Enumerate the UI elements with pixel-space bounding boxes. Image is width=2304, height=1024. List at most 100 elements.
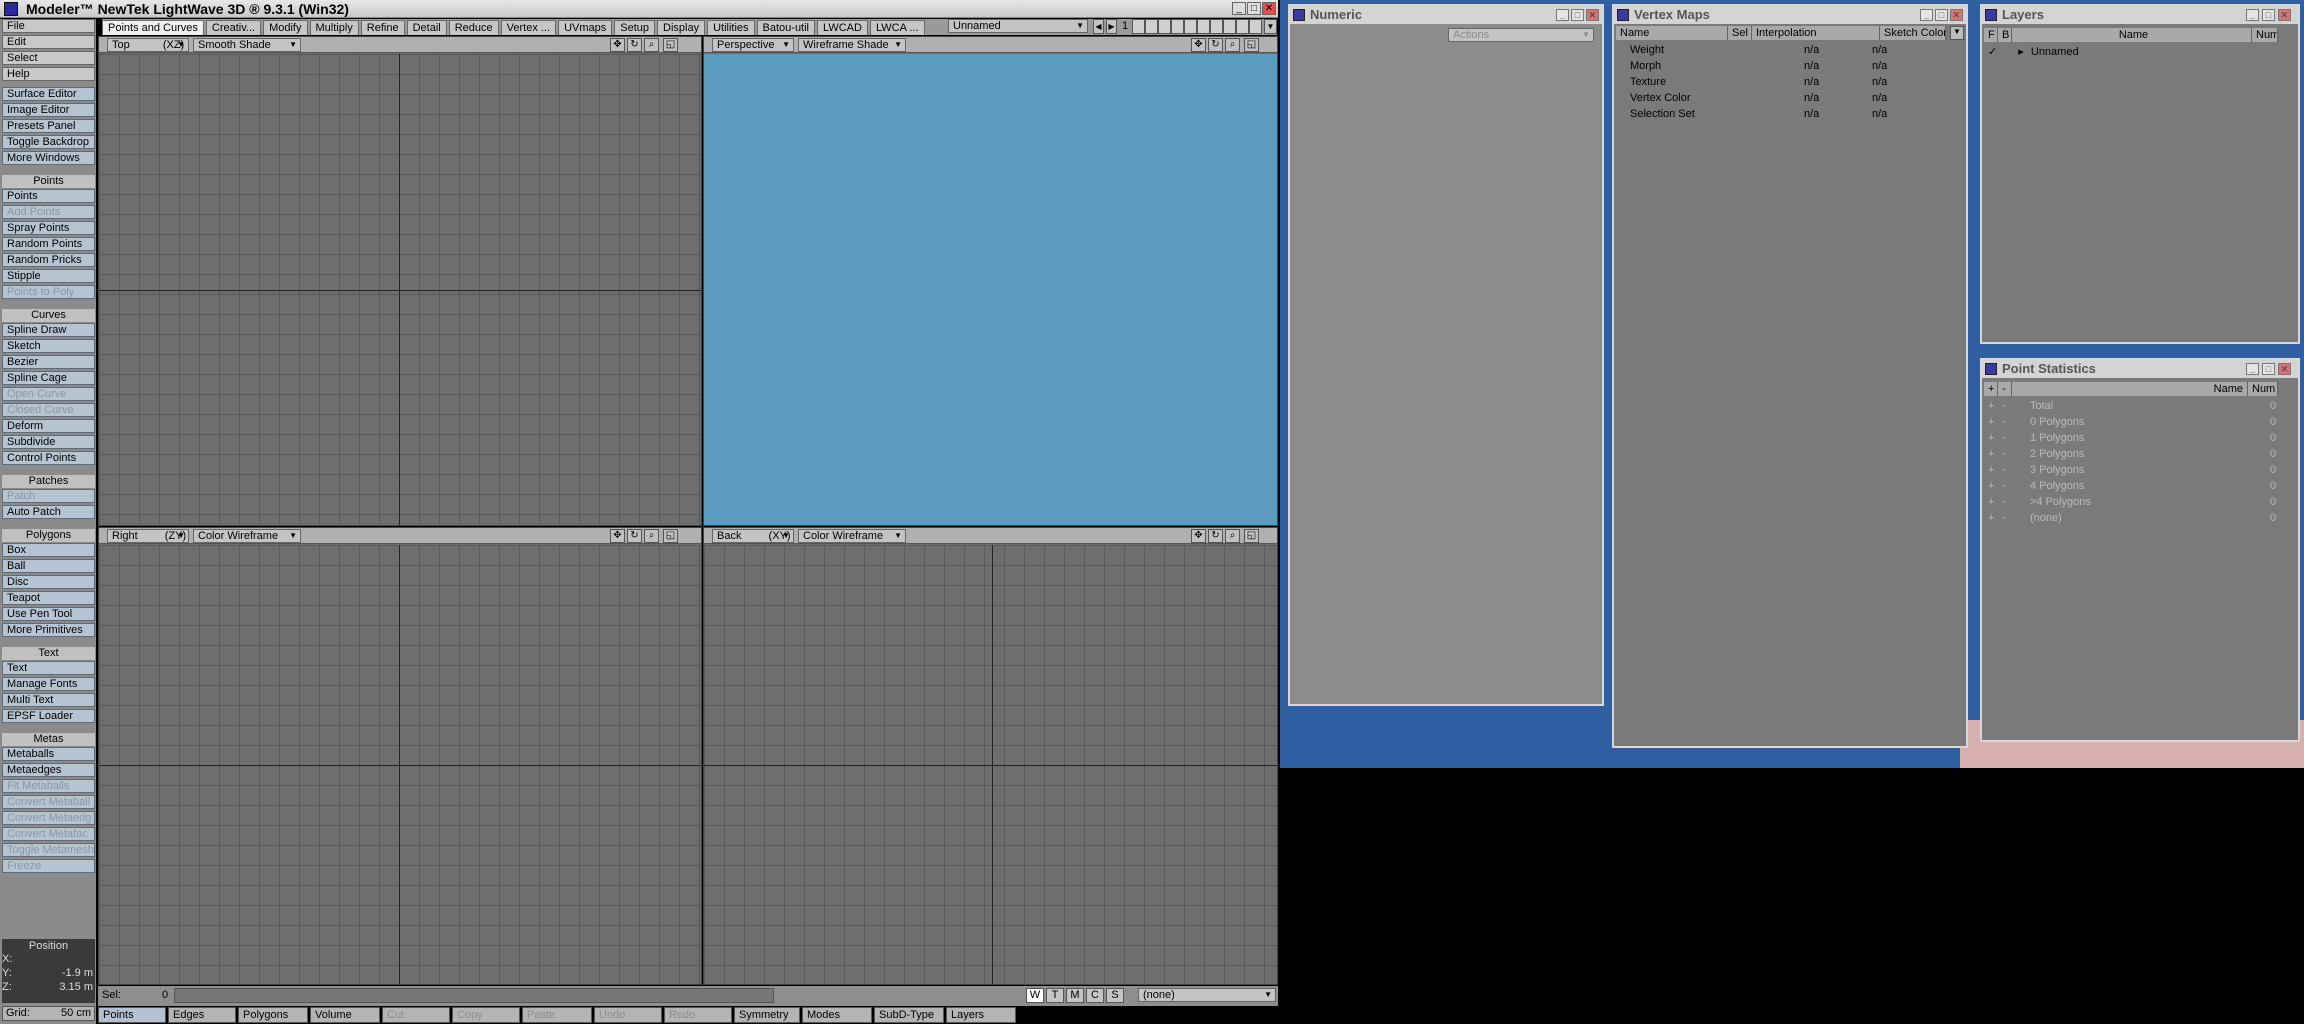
- tool-button[interactable]: More Primitives: [2, 623, 95, 637]
- plus-icon[interactable]: +: [1988, 398, 1994, 414]
- bottom-button-paste[interactable]: Paste: [522, 1007, 592, 1023]
- view-dropdown[interactable]: Back (XY): [712, 529, 794, 543]
- tab-setup[interactable]: Setup: [614, 20, 655, 35]
- close-icon[interactable]: ✕: [2278, 363, 2291, 375]
- col-name[interactable]: Name: [1616, 26, 1728, 40]
- render-mode-dropdown[interactable]: Wireframe Shade: [798, 38, 906, 52]
- bottom-button-redo[interactable]: Redo: [664, 1007, 732, 1023]
- zoom-icon[interactable]: ⌕: [1225, 38, 1240, 52]
- zoom-icon[interactable]: ⌕: [1225, 529, 1240, 543]
- minimize-icon[interactable]: _: [1556, 9, 1569, 21]
- pan-icon[interactable]: ✥: [1191, 529, 1206, 543]
- minus-icon[interactable]: -: [2002, 430, 2006, 446]
- col-minus[interactable]: -: [1998, 382, 2012, 396]
- window-button[interactable]: Image Editor: [2, 103, 95, 117]
- plus-icon[interactable]: +: [1988, 478, 1994, 494]
- view-dropdown[interactable]: Perspective: [712, 38, 794, 52]
- zoom-icon[interactable]: ⌕: [644, 529, 659, 543]
- tool-button[interactable]: Open Curve: [2, 387, 95, 401]
- close-icon[interactable]: ✕: [1262, 2, 1276, 15]
- menu-select[interactable]: Select: [2, 51, 95, 65]
- layer-bank-buttons[interactable]: [1132, 19, 1262, 34]
- zoom-icon[interactable]: ⌕: [644, 38, 659, 52]
- tool-button[interactable]: Convert Metaball: [2, 795, 95, 809]
- col-interpolation[interactable]: Interpolation: [1752, 26, 1880, 40]
- tool-button[interactable]: Closed Curve: [2, 403, 95, 417]
- stat-row[interactable]: + - 0 Polygons 0: [1984, 414, 2278, 430]
- close-icon[interactable]: ✕: [1586, 9, 1599, 21]
- tab-modify[interactable]: Modify: [263, 20, 308, 35]
- tool-button[interactable]: Manage Fonts: [2, 677, 95, 691]
- menu-help[interactable]: Help: [2, 67, 95, 81]
- view-dropdown[interactable]: Top (XZ): [107, 38, 189, 52]
- mode-s-button[interactable]: S: [1106, 988, 1124, 1003]
- bottom-button-cut[interactable]: Cut: [382, 1007, 450, 1023]
- tool-button[interactable]: Use Pen Tool: [2, 607, 95, 621]
- tab-refine[interactable]: Refine: [360, 20, 405, 35]
- tool-button[interactable]: Auto Patch: [2, 505, 95, 519]
- menu-file[interactable]: File: [2, 19, 95, 33]
- rotate-icon[interactable]: ↻: [1208, 529, 1223, 543]
- tool-button[interactable]: Teapot: [2, 591, 95, 605]
- rotate-icon[interactable]: ↻: [627, 529, 642, 543]
- tool-button[interactable]: Control Points: [2, 451, 95, 465]
- col-f[interactable]: F: [1984, 28, 1998, 42]
- maximize-icon[interactable]: □: [1247, 2, 1261, 15]
- tool-button[interactable]: Add Points: [2, 205, 95, 219]
- col-sel[interactable]: Sel: [1728, 26, 1752, 40]
- bottom-button-edges[interactable]: Edges: [168, 1007, 236, 1023]
- minus-icon[interactable]: -: [2002, 462, 2006, 478]
- view-dropdown[interactable]: Right (ZY): [107, 529, 189, 543]
- vmap-row[interactable]: Texture n/a n/a: [1616, 74, 1946, 90]
- viewport-perspective[interactable]: Perspective Wireframe Shade ✥ ↻ ⌕ ◱: [703, 36, 1278, 526]
- bottom-button-modes[interactable]: Modes: [802, 1007, 872, 1023]
- bottom-button-points[interactable]: Points: [98, 1007, 166, 1023]
- pan-icon[interactable]: ✥: [1191, 38, 1206, 52]
- plus-icon[interactable]: +: [1988, 414, 1994, 430]
- bottom-button-volume[interactable]: Volume: [310, 1007, 380, 1023]
- tool-button[interactable]: Random Points: [2, 237, 95, 251]
- tool-button[interactable]: Stipple: [2, 269, 95, 283]
- tab-display[interactable]: Display: [657, 20, 706, 35]
- vmap-row[interactable]: Selection Set n/a n/a: [1616, 106, 1946, 122]
- tool-button[interactable]: Subdivide: [2, 435, 95, 449]
- vmap-row[interactable]: Weight n/a n/a: [1616, 42, 1946, 58]
- tab-multiply[interactable]: Multiply: [309, 20, 359, 35]
- minus-icon[interactable]: -: [2002, 510, 2006, 526]
- tool-button[interactable]: Fit Metaballs: [2, 779, 95, 793]
- minimize-icon[interactable]: _: [1232, 2, 1246, 15]
- pan-icon[interactable]: ✥: [610, 529, 625, 543]
- window-button[interactable]: Surface Editor: [2, 87, 95, 101]
- actions-dropdown[interactable]: Actions: [1448, 28, 1594, 42]
- tool-button[interactable]: Text: [2, 661, 95, 675]
- minus-icon[interactable]: -: [2002, 494, 2006, 510]
- scroll-icon[interactable]: ▼: [1950, 26, 1964, 40]
- rotate-icon[interactable]: ↻: [627, 38, 642, 52]
- tab-vertex[interactable]: Vertex ...: [500, 20, 557, 35]
- tab-lwcad[interactable]: LWCAD: [817, 20, 868, 35]
- tool-button[interactable]: Bezier: [2, 355, 95, 369]
- tool-button[interactable]: Metaedges: [2, 763, 95, 777]
- plus-icon[interactable]: +: [1988, 446, 1994, 462]
- minimize-icon[interactable]: _: [2246, 9, 2259, 21]
- stat-row[interactable]: + - 1 Polygons 0: [1984, 430, 2278, 446]
- bottom-button-subd-type[interactable]: SubD-Type: [874, 1007, 944, 1023]
- mode-m-button[interactable]: M: [1066, 988, 1084, 1003]
- tab-uvmaps[interactable]: UVmaps: [558, 20, 613, 35]
- minimize-icon[interactable]: _: [1920, 9, 1933, 21]
- tool-button[interactable]: Disc: [2, 575, 95, 589]
- viewport-back[interactable]: Back (XY) Color Wireframe ✥ ↻ ⌕ ◱: [703, 527, 1278, 985]
- col-num[interactable]: Num: [2252, 28, 2278, 42]
- col-name[interactable]: Name: [2012, 28, 2252, 42]
- toolbar-menu-arrow-icon[interactable]: ▼: [1264, 19, 1277, 34]
- tab-creative[interactable]: Creativ...: [205, 20, 262, 35]
- menu-edit[interactable]: Edit: [2, 35, 95, 49]
- col-plus[interactable]: +: [1984, 382, 1998, 396]
- minus-icon[interactable]: -: [2002, 478, 2006, 494]
- tool-button[interactable]: Spline Draw: [2, 323, 95, 337]
- tool-button[interactable]: Metaballs: [2, 747, 95, 761]
- tool-button[interactable]: Sketch: [2, 339, 95, 353]
- col-num[interactable]: Num: [2248, 382, 2278, 396]
- tool-button[interactable]: Box: [2, 543, 95, 557]
- bottom-button-layers[interactable]: Layers: [946, 1007, 1016, 1023]
